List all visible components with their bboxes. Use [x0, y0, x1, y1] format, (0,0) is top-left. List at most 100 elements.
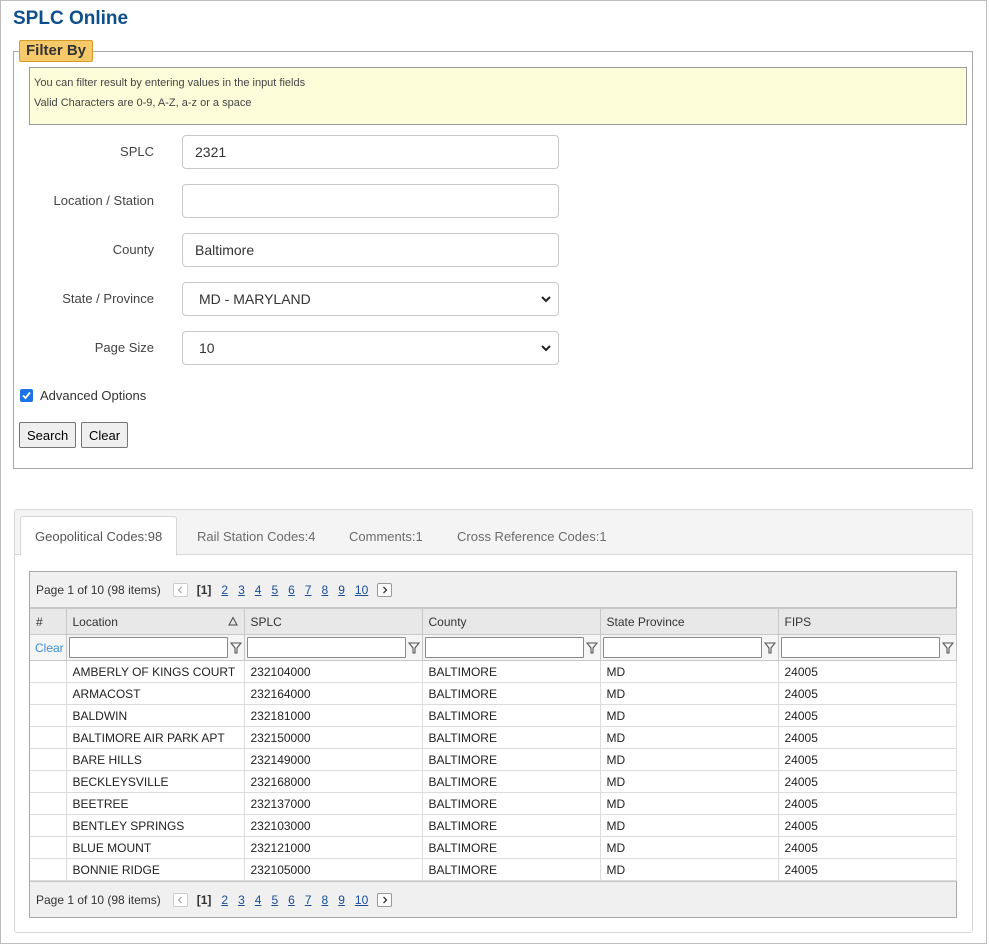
row-number-cell [30, 660, 67, 683]
filter-info-box: You can filter result by entering values… [29, 67, 967, 125]
tab-strip: Geopolitical Codes:98 Rail Station Codes… [15, 510, 972, 556]
tab-geopolitical-codes[interactable]: Geopolitical Codes:98 [20, 516, 178, 556]
page-link[interactable]: 6 [288, 583, 295, 597]
page-link[interactable]: 2 [221, 893, 228, 907]
location-cell: BLUE MOUNT [65, 836, 245, 859]
splc-input[interactable] [182, 135, 559, 169]
county-filter-input[interactable] [424, 637, 584, 658]
state-filter-input[interactable] [602, 637, 762, 658]
county-cell: BALTIMORE [421, 770, 601, 793]
fips-cell: 24005 [777, 748, 957, 771]
page-link[interactable]: 9 [338, 583, 345, 597]
col-header-splc[interactable]: SPLC [243, 608, 423, 635]
table-row: BALDWIN 232181000 BALTIMORE MD 24005 [30, 704, 957, 727]
clear-button[interactable]: Clear [81, 422, 129, 448]
tab-rail-station-codes[interactable]: Rail Station Codes:4 [183, 516, 330, 556]
page-link[interactable]: 6 [288, 893, 295, 907]
col-header-location[interactable]: Location [65, 608, 245, 635]
splc-cell[interactable]: 232150000 [243, 726, 423, 749]
county-cell: BALTIMORE [421, 704, 601, 727]
fips-filter-input[interactable] [780, 637, 940, 658]
location-input[interactable] [182, 184, 559, 218]
state-cell: MD [599, 682, 779, 705]
county-cell: BALTIMORE [421, 726, 601, 749]
page-link[interactable]: 2 [221, 583, 228, 597]
splc-cell[interactable]: 232137000 [243, 792, 423, 815]
filter-icon[interactable] [941, 641, 954, 655]
county-label: County [112, 242, 154, 257]
prev-page-button[interactable] [172, 892, 188, 907]
page-link[interactable]: 8 [322, 893, 329, 907]
state-cell: MD [599, 748, 779, 771]
page-link[interactable]: 9 [338, 893, 345, 907]
state-cell: MD [599, 726, 779, 749]
county-cell: BALTIMORE [421, 836, 601, 859]
location-filter-input[interactable] [68, 637, 228, 658]
page-link[interactable]: 4 [255, 583, 262, 597]
table-row: AMBERLY OF KINGS COURT 232104000 BALTIMORE… [30, 660, 957, 683]
fips-cell: 24005 [777, 814, 957, 837]
search-button[interactable]: Search [19, 422, 77, 448]
county-cell: BALTIMORE [421, 748, 601, 771]
page-link[interactable]: 5 [271, 583, 278, 597]
page-link[interactable]: 5 [271, 893, 278, 907]
page-link[interactable]: 3 [238, 893, 245, 907]
splc-cell[interactable]: 232121000 [243, 836, 423, 859]
page-size-select[interactable]: 10 [182, 331, 559, 365]
table-row: BLUE MOUNT 232121000 BALTIMORE MD 24005 [30, 836, 957, 859]
next-page-button[interactable] [377, 582, 393, 597]
splc-cell[interactable]: 232168000 [243, 770, 423, 793]
prev-page-button[interactable] [172, 582, 188, 597]
col-header-fips[interactable]: FIPS [777, 608, 957, 635]
advanced-options-toggle[interactable]: Advanced Options [20, 388, 146, 403]
splc-cell[interactable]: 232181000 [243, 704, 423, 727]
chevron-right-icon [382, 896, 388, 903]
fips-cell: 24005 [777, 660, 957, 683]
page-link[interactable]: 7 [305, 893, 312, 907]
fips-cell: 24005 [777, 704, 957, 727]
page-link[interactable]: 10 [355, 583, 368, 597]
splc-cell[interactable]: 232103000 [243, 814, 423, 837]
page-link[interactable]: 7 [305, 583, 312, 597]
tab-cross-reference-codes[interactable]: Cross Reference Codes:1 [443, 516, 621, 556]
page-link[interactable]: 3 [238, 583, 245, 597]
splc-cell[interactable]: 232149000 [243, 748, 423, 771]
splc-label: SPLC [120, 144, 154, 159]
state-label: State / Province [62, 291, 154, 306]
splc-cell[interactable]: 232104000 [243, 660, 423, 683]
filter-icon[interactable] [407, 641, 420, 655]
page-link[interactable]: 10 [355, 893, 368, 907]
filter-icon[interactable] [763, 641, 776, 655]
fips-cell: 24005 [777, 726, 957, 749]
fips-cell: 24005 [777, 858, 957, 881]
page-link[interactable]: 8 [322, 583, 329, 597]
pager-bottom: Page 1 of 10 (98 items) [1] 2 3 4 5 6 7 … [30, 881, 956, 917]
page-link[interactable]: 4 [255, 893, 262, 907]
splc-filter-input[interactable] [246, 637, 406, 658]
table-row: BEETREE 232137000 BALTIMORE MD 24005 [30, 792, 957, 815]
col-header-state[interactable]: State Province [599, 608, 779, 635]
sort-ascending-icon [227, 616, 238, 626]
fips-cell: 24005 [777, 792, 957, 815]
state-select[interactable]: MD - MARYLAND [182, 282, 559, 316]
filter-icon[interactable] [585, 641, 598, 655]
page-size-row: Page Size 10 [14, 331, 614, 365]
results-panel: Geopolitical Codes:98 Rail Station Codes… [14, 509, 973, 933]
next-page-button[interactable] [377, 892, 393, 907]
col-header-county[interactable]: County [421, 608, 601, 635]
row-number-cell [30, 858, 67, 881]
splc-cell[interactable]: 232105000 [243, 858, 423, 881]
tab-comments[interactable]: Comments:1 [335, 516, 437, 556]
info-line-2: Valid Characters are 0-9, A-Z, a-z or a … [34, 97, 252, 109]
filter-legend: Filter By [19, 40, 94, 62]
table-row: ARMACOST 232164000 BALTIMORE MD 24005 [30, 682, 957, 705]
fips-cell: 24005 [777, 682, 957, 705]
state-cell: MD [599, 660, 779, 683]
fips-cell: 24005 [777, 836, 957, 859]
pager-info: Page 1 of 10 (98 items) [36, 892, 161, 907]
filter-icon[interactable] [229, 641, 242, 655]
county-input[interactable] [182, 233, 559, 267]
advanced-options-checkbox[interactable] [20, 389, 33, 402]
splc-cell[interactable]: 232164000 [243, 682, 423, 705]
clear-filters-link[interactable]: Clear [32, 641, 64, 655]
